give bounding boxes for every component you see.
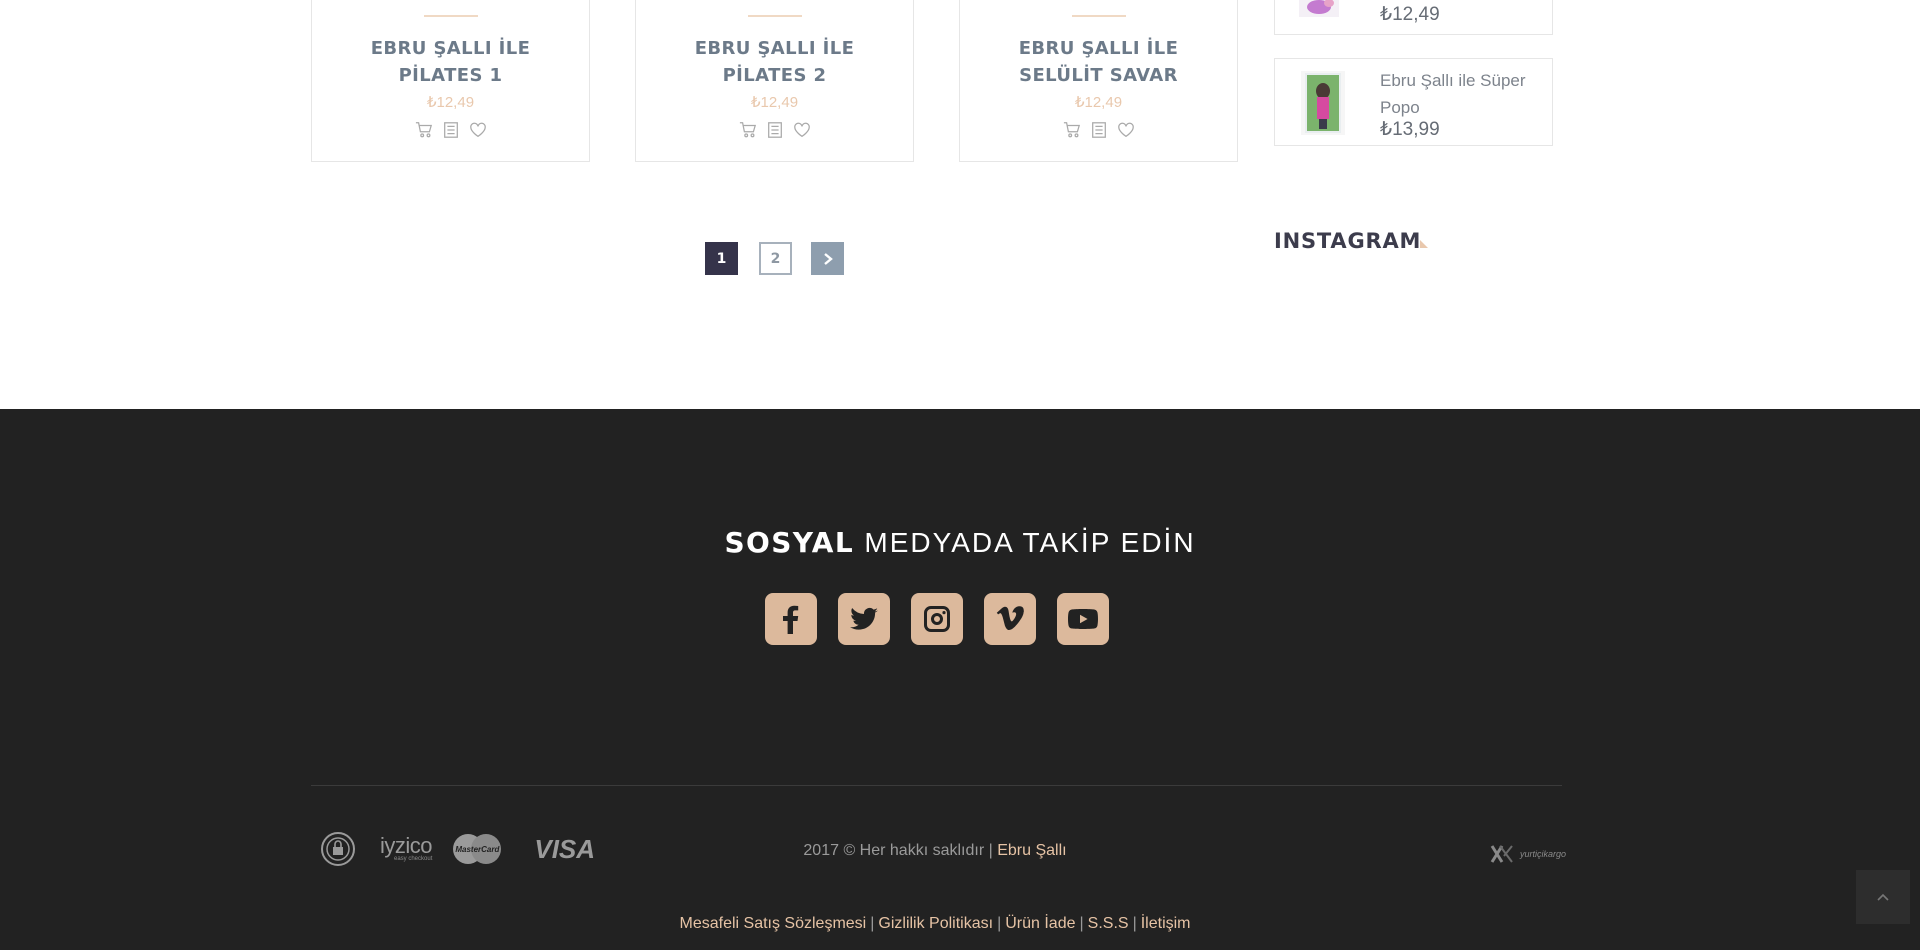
link-separator: | xyxy=(997,915,1002,932)
cart-icon[interactable] xyxy=(415,121,433,139)
details-icon[interactable] xyxy=(766,121,784,139)
product-title[interactable]: EBRU ŞALLI İLE SELÜLİT SAVAR xyxy=(960,35,1237,89)
title-accent xyxy=(1071,15,1126,17)
instagram-link[interactable] xyxy=(911,593,963,645)
product-title[interactable]: EBRU ŞALLI İLE PİLATES 2 xyxy=(636,35,913,89)
footer-link-distance-sales[interactable]: Mesafeli Satış Sözleşmesi xyxy=(680,915,867,932)
product-card[interactable]: EBRU ŞALLI İLE PİLATES 1 ₺12,49 xyxy=(311,0,590,162)
link-separator: | xyxy=(870,915,875,932)
facebook-link[interactable] xyxy=(765,593,817,645)
youtube-link[interactable] xyxy=(1057,593,1109,645)
footer-link-returns[interactable]: Ürün İade xyxy=(1005,915,1075,932)
social-links xyxy=(765,593,1109,645)
heart-icon[interactable] xyxy=(793,121,811,139)
footer-link-contact[interactable]: İletişim xyxy=(1141,915,1191,932)
product-price: ₺12,49 xyxy=(1074,94,1123,111)
instagram-title: INSTAGRAM xyxy=(1274,229,1422,253)
follow-heading-rest: MEDYADA TAKİP EDİN xyxy=(864,527,1196,558)
cargo-logo-text: yurtiçikargo xyxy=(1520,849,1567,859)
yurtici-kargo-logo: yurtiçikargo xyxy=(1490,844,1566,864)
cart-icon[interactable] xyxy=(739,121,757,139)
youtube-icon xyxy=(1068,609,1098,629)
footer-links: Mesafeli Satış Sözleşmesi | Gizlilik Polit… xyxy=(0,915,1870,933)
product-price: ₺12,49 xyxy=(750,94,799,111)
chevron-right-icon xyxy=(823,252,833,265)
details-icon[interactable] xyxy=(442,121,460,139)
footer-link-privacy[interactable]: Gizlilik Politikası xyxy=(878,915,993,932)
footer-link-faq[interactable]: S.S.S xyxy=(1088,915,1129,932)
vimeo-icon xyxy=(996,606,1024,630)
vimeo-link[interactable] xyxy=(984,593,1036,645)
product-price: ₺13,99 xyxy=(1380,119,1440,140)
site-footer: SOSYAL MEDYADA TAKİP EDİN iyzico easy ch… xyxy=(0,409,1920,950)
title-accent xyxy=(747,15,802,17)
cart-icon[interactable] xyxy=(1063,121,1081,139)
follow-heading: SOSYAL MEDYADA TAKİP EDİN xyxy=(0,526,1920,559)
title-accent xyxy=(423,15,478,17)
title-accent-icon xyxy=(1420,240,1428,248)
product-title[interactable]: EBRU ŞALLI İLE PİLATES 1 xyxy=(312,35,589,89)
heart-icon[interactable] xyxy=(1117,121,1135,139)
instagram-icon xyxy=(924,606,950,632)
details-icon[interactable] xyxy=(1090,121,1108,139)
scroll-to-top-button[interactable] xyxy=(1856,870,1910,924)
heart-icon[interactable] xyxy=(469,121,487,139)
product-thumbnail[interactable] xyxy=(1295,0,1351,17)
twitter-link[interactable] xyxy=(838,593,890,645)
brand-link[interactable]: Ebru Şallı xyxy=(997,842,1066,859)
cargo-logo-icon xyxy=(1490,845,1513,863)
link-separator: | xyxy=(1132,915,1137,932)
product-card[interactable]: EBRU ŞALLI İLE SELÜLİT SAVAR ₺12,49 xyxy=(959,0,1238,162)
footer-divider xyxy=(311,785,1562,786)
sidebar-product[interactable]: ₺12,49 xyxy=(1274,0,1553,35)
copyright-prefix: 2017 © Her hakkı saklıdır | xyxy=(803,842,993,859)
copyright-text: 2017 © Her hakkı saklıdır | Ebru Şallı xyxy=(0,842,1870,860)
page-2-button[interactable]: 2 xyxy=(759,242,792,275)
product-price: ₺12,49 xyxy=(426,94,475,111)
product-name[interactable]: Ebru Şallı ile Süper Popo xyxy=(1380,67,1545,121)
product-price: ₺12,49 xyxy=(1380,4,1440,25)
sidebar-product[interactable]: Ebru Şallı ile Süper Popo ₺13,99 xyxy=(1274,58,1553,146)
facebook-icon xyxy=(783,605,799,634)
link-separator: | xyxy=(1079,915,1084,932)
product-thumbnail[interactable] xyxy=(1295,71,1351,135)
next-page-button[interactable] xyxy=(811,242,844,275)
twitter-icon xyxy=(850,607,878,630)
follow-heading-bold: SOSYAL xyxy=(724,526,855,559)
product-card[interactable]: EBRU ŞALLI İLE PİLATES 2 ₺12,49 xyxy=(635,0,914,162)
page-1-button[interactable]: 1 xyxy=(705,242,738,275)
chevron-up-icon xyxy=(1877,893,1889,901)
